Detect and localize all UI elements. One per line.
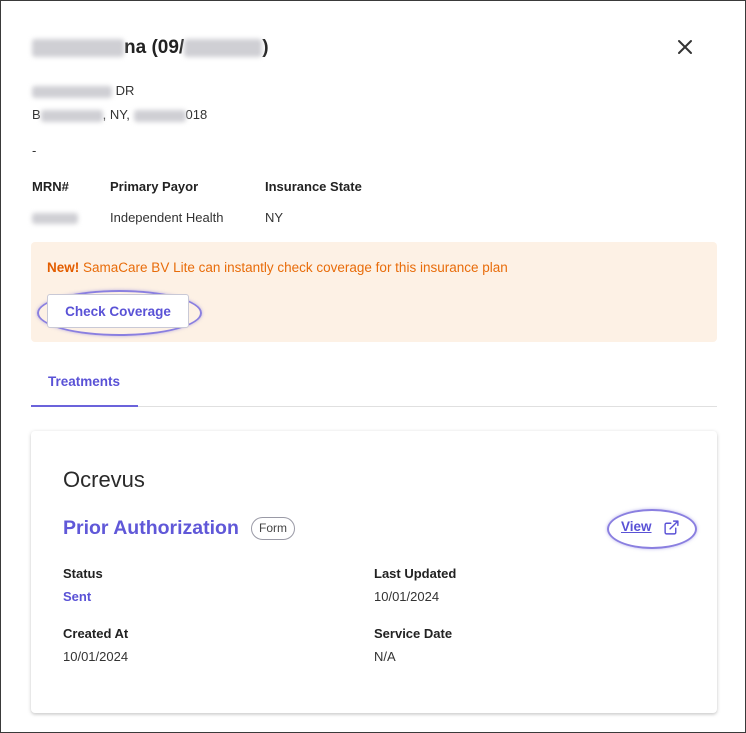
- last-updated-value: 10/01/2024: [374, 589, 440, 604]
- check-coverage-button[interactable]: Check Coverage: [47, 294, 189, 328]
- tab-bar: Treatments: [31, 363, 717, 407]
- external-link-icon[interactable]: [663, 519, 680, 536]
- service-date-label: Service Date: [374, 626, 453, 641]
- redacted-mrn: [32, 213, 78, 225]
- mrn-label: MRN#: [32, 179, 69, 194]
- state-value: NY: [265, 210, 284, 225]
- tab-treatments[interactable]: Treatments: [31, 363, 138, 407]
- status-value: Sent: [63, 589, 92, 604]
- service-date-value: N/A: [374, 649, 396, 664]
- patient-name-suffix: na (09/: [124, 37, 185, 58]
- state-label: Insurance State: [265, 179, 362, 194]
- form-badge: Form: [251, 517, 295, 540]
- request-type-title: Prior Authorization: [63, 517, 239, 539]
- service-date-field: Service Date N/A: [374, 626, 452, 664]
- created-at-value: 10/01/2024: [63, 649, 129, 664]
- mrn-value: [32, 210, 78, 225]
- payor-label: Primary Payor: [110, 179, 199, 194]
- status-label: Status: [63, 566, 103, 581]
- view-link[interactable]: View: [621, 519, 652, 534]
- patient-name-close: ): [262, 37, 269, 58]
- created-at-label: Created At: [63, 626, 129, 641]
- mrn-column: MRN#: [32, 179, 78, 225]
- created-at-field: Created At 10/01/2024: [63, 626, 128, 664]
- last-updated-field: Last Updated 10/01/2024: [374, 566, 456, 604]
- payor-value: Independent Health: [110, 210, 224, 225]
- banner-message: New! SamaCare BV Lite can instantly chec…: [47, 260, 508, 275]
- coverage-banner: New! SamaCare BV Lite can instantly chec…: [31, 242, 717, 342]
- close-button[interactable]: [673, 35, 697, 59]
- status-field: Status Sent: [63, 566, 103, 604]
- last-updated-label: Last Updated: [374, 566, 457, 581]
- drug-name: Ocrevus: [63, 467, 145, 492]
- patient-name: na (09/): [32, 37, 269, 59]
- redacted-first-name: [32, 38, 124, 57]
- banner-new-label: New!: [47, 260, 80, 275]
- treatment-card: Ocrevus Prior Authorization Form View St…: [31, 431, 717, 713]
- address-line-2-mid: , NY,: [102, 107, 130, 122]
- address-line-2-suffix: 018: [185, 107, 208, 122]
- payor-column: Primary Payor Independent Health: [110, 179, 223, 225]
- close-icon: [678, 40, 692, 54]
- redacted-city: [40, 109, 103, 122]
- redacted-street: [32, 85, 112, 98]
- state-column: Insurance State NY: [265, 179, 362, 225]
- address-line-2: B , NY, 018: [32, 107, 207, 122]
- redacted-zip: [133, 109, 186, 122]
- address-line-2-prefix: B: [32, 107, 41, 122]
- banner-message-text: SamaCare BV Lite can instantly check cov…: [83, 260, 508, 275]
- address-line-1-suffix: DR: [115, 83, 135, 98]
- address-line-1: DR: [32, 83, 134, 98]
- contact-placeholder: -: [32, 143, 37, 158]
- patient-detail-panel: na (09/) DR B , NY, 018 - MRN# Primary Pa…: [0, 0, 746, 733]
- redacted-birth-date: [184, 38, 263, 57]
